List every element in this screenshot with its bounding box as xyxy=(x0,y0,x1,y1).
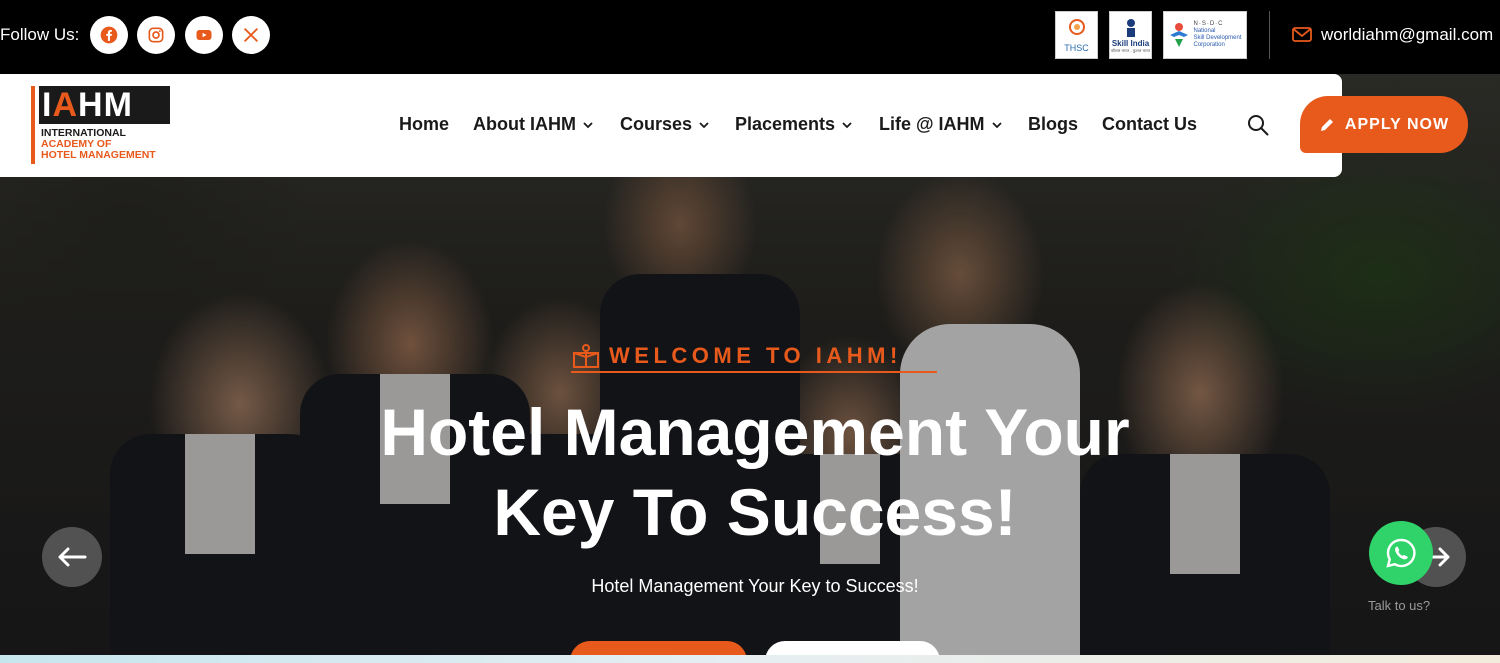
x-link[interactable] xyxy=(232,16,270,54)
nav-home[interactable]: Home xyxy=(399,114,449,135)
skill-india-logo: Skill India कौशल भारत - कुशल भारत xyxy=(1109,11,1152,59)
topbar-divider xyxy=(1269,11,1270,59)
arrow-left-icon xyxy=(58,547,87,567)
follow-us-label: Follow Us: xyxy=(0,25,80,44)
youtube-icon xyxy=(196,30,212,40)
nsdc-line1: National xyxy=(1193,28,1216,34)
facebook-link[interactable] xyxy=(90,16,128,54)
chevron-down-icon xyxy=(991,121,1002,128)
instagram-icon xyxy=(148,27,164,43)
apply-now-button[interactable]: APPLY NOW xyxy=(1300,96,1468,153)
nav-about-iahm[interactable]: About IAHM xyxy=(473,114,594,135)
iahm-logo[interactable]: IAHM INTERNATIONAL ACADEMY OF HOTEL MANA… xyxy=(31,86,171,166)
nav-courses[interactable]: Courses xyxy=(620,114,710,135)
hero-subtitle: Hotel Management Your Key to Success! xyxy=(591,576,919,596)
bottom-strip xyxy=(0,655,1500,663)
email-icon xyxy=(1292,27,1312,42)
x-icon xyxy=(244,28,258,42)
whatsapp-talk-label: Talk to us? xyxy=(1368,598,1431,613)
search-icon[interactable] xyxy=(1246,113,1270,137)
nsdc-line3: Corporation xyxy=(1193,42,1225,48)
chevron-down-icon xyxy=(699,121,709,128)
whatsapp-chat-button[interactable] xyxy=(1369,521,1433,585)
top-bar: Follow Us: THSC Skill India कौशल भारत - … xyxy=(0,0,1500,74)
email-link[interactable]: worldiahm@gmail.com xyxy=(1321,25,1493,45)
nav-contact-us[interactable]: Contact Us xyxy=(1102,114,1197,135)
nsdc-name: N·S·D·C xyxy=(1193,21,1224,27)
pencil-icon xyxy=(1320,118,1333,131)
whatsapp-icon xyxy=(1386,538,1416,568)
slider-prev-button[interactable] xyxy=(42,527,102,587)
facebook-icon xyxy=(100,26,118,44)
logo-line-3: HOTEL MANAGEMENT xyxy=(41,149,156,161)
skill-india-tagline: कौशल भारत - कुशल भारत xyxy=(1110,47,1151,53)
nav-life-at-iahm[interactable]: Life @ IAHM xyxy=(879,114,1003,135)
nav-blogs[interactable]: Blogs xyxy=(1028,114,1078,135)
nsdc-line2: Skill Development xyxy=(1193,35,1242,41)
nsdc-logo: N·S·D·C National Skill Development Corpo… xyxy=(1163,11,1247,59)
logo-mark: IAHM xyxy=(39,86,170,124)
chevron-down-icon xyxy=(842,121,852,128)
instagram-link[interactable] xyxy=(137,16,175,54)
youtube-link[interactable] xyxy=(185,16,223,54)
hero-headline: Hotel Management Your Key To Success! xyxy=(380,395,1130,549)
book-icon xyxy=(573,344,599,368)
nav-placements[interactable]: Placements xyxy=(735,114,853,135)
skill-india-label: Skill India xyxy=(1111,38,1150,48)
thsc-logo-label: THSC xyxy=(1064,42,1089,53)
welcome-tagline: WELCOME TO IAHM! xyxy=(571,341,937,373)
thsc-logo: THSC xyxy=(1055,11,1098,59)
chevron-down-icon xyxy=(583,121,593,128)
